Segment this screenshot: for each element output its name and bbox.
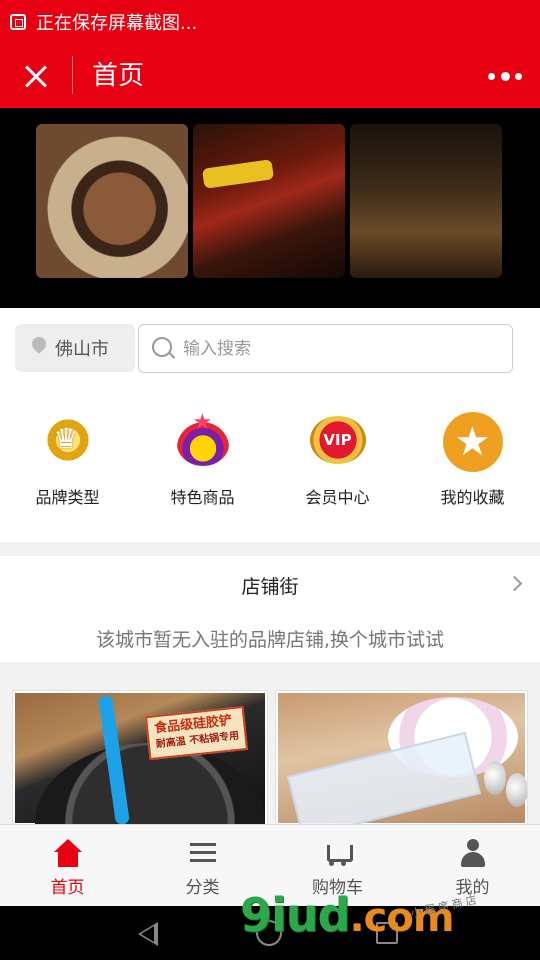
home-circle-icon[interactable]	[256, 920, 282, 946]
menu-item-special-products[interactable]: 特色商品	[135, 388, 270, 542]
quick-menu: 品牌类型 特色商品 会员中心 我的收藏	[0, 388, 540, 542]
star-icon	[441, 410, 505, 474]
recent-apps-icon[interactable]	[376, 922, 398, 944]
vip-badge-icon	[306, 410, 370, 474]
location-pin-icon	[31, 337, 47, 359]
banner-carousel[interactable]	[0, 108, 540, 308]
search-icon	[151, 336, 177, 362]
empty-message: 该城市暂无入驻的品牌店铺,换个城市试试	[0, 618, 540, 662]
menu-item-member-center[interactable]: 会员中心	[270, 388, 405, 542]
banner-image-restaurant-interior[interactable]	[350, 124, 502, 278]
tab-label: 购物车	[312, 878, 363, 898]
menu-item-label: 会员中心	[305, 488, 370, 507]
search-input[interactable]	[183, 338, 483, 359]
menu-item-label: 我的收藏	[440, 488, 505, 507]
product-card[interactable]: 食品级硅胶铲 耐高温 不粘锅专用	[12, 690, 268, 826]
product-image-wok: 食品级硅胶铲 耐高温 不粘锅专用	[15, 693, 265, 825]
menu-item-brand-types[interactable]: 品牌类型	[0, 388, 135, 542]
product-image-plate	[278, 693, 527, 823]
search-area: 佛山市	[0, 308, 540, 388]
system-nav-bar	[0, 906, 540, 960]
banner-image-steak-plate[interactable]	[36, 124, 188, 278]
menu-item-label: 特色商品	[170, 488, 235, 507]
more-dot-icon	[515, 72, 522, 80]
status-text: 正在保存屏幕截图...	[36, 13, 198, 34]
spoon-image	[506, 773, 527, 807]
product-badge: 食品级硅胶铲 耐高温 不粘锅专用	[144, 705, 249, 761]
city-selector-button[interactable]: 佛山市	[15, 324, 135, 372]
list-icon	[188, 839, 218, 869]
cart-icon	[323, 839, 353, 869]
title-divider	[72, 56, 73, 94]
more-dot-icon	[500, 71, 510, 81]
spatula-image	[98, 694, 130, 825]
city-label: 佛山市	[55, 339, 109, 360]
tab-label: 首页	[50, 878, 85, 898]
banner-image-grilled-meat[interactable]	[193, 124, 345, 278]
menu-item-my-favorites[interactable]: 我的收藏	[405, 388, 540, 542]
more-options-button[interactable]	[488, 68, 522, 84]
tab-cart[interactable]: 购物车	[270, 825, 405, 906]
product-card[interactable]	[275, 690, 528, 826]
user-icon	[458, 839, 488, 869]
shop-street-header[interactable]: 店铺街	[0, 556, 540, 618]
search-box[interactable]	[138, 324, 513, 373]
page-title: 首页	[92, 61, 145, 91]
status-bar: 正在保存屏幕截图...	[0, 0, 540, 44]
screenshot-icon	[10, 14, 26, 30]
spoon-image	[484, 761, 506, 795]
more-dot-icon	[488, 72, 495, 80]
menu-item-label: 品牌类型	[35, 488, 100, 507]
tab-home[interactable]: 首页	[0, 825, 135, 906]
tab-label: 分类	[185, 878, 220, 898]
section-title: 店铺街	[241, 576, 299, 598]
close-button[interactable]	[18, 58, 54, 94]
special-badge-icon	[171, 410, 235, 474]
home-icon	[53, 839, 83, 869]
tab-category[interactable]: 分类	[135, 825, 270, 906]
crown-icon	[36, 410, 100, 474]
back-triangle-icon[interactable]	[138, 922, 158, 946]
product-grid: 食品级硅胶铲 耐高温 不粘锅专用	[0, 678, 540, 826]
title-bar: 首页	[0, 44, 540, 108]
